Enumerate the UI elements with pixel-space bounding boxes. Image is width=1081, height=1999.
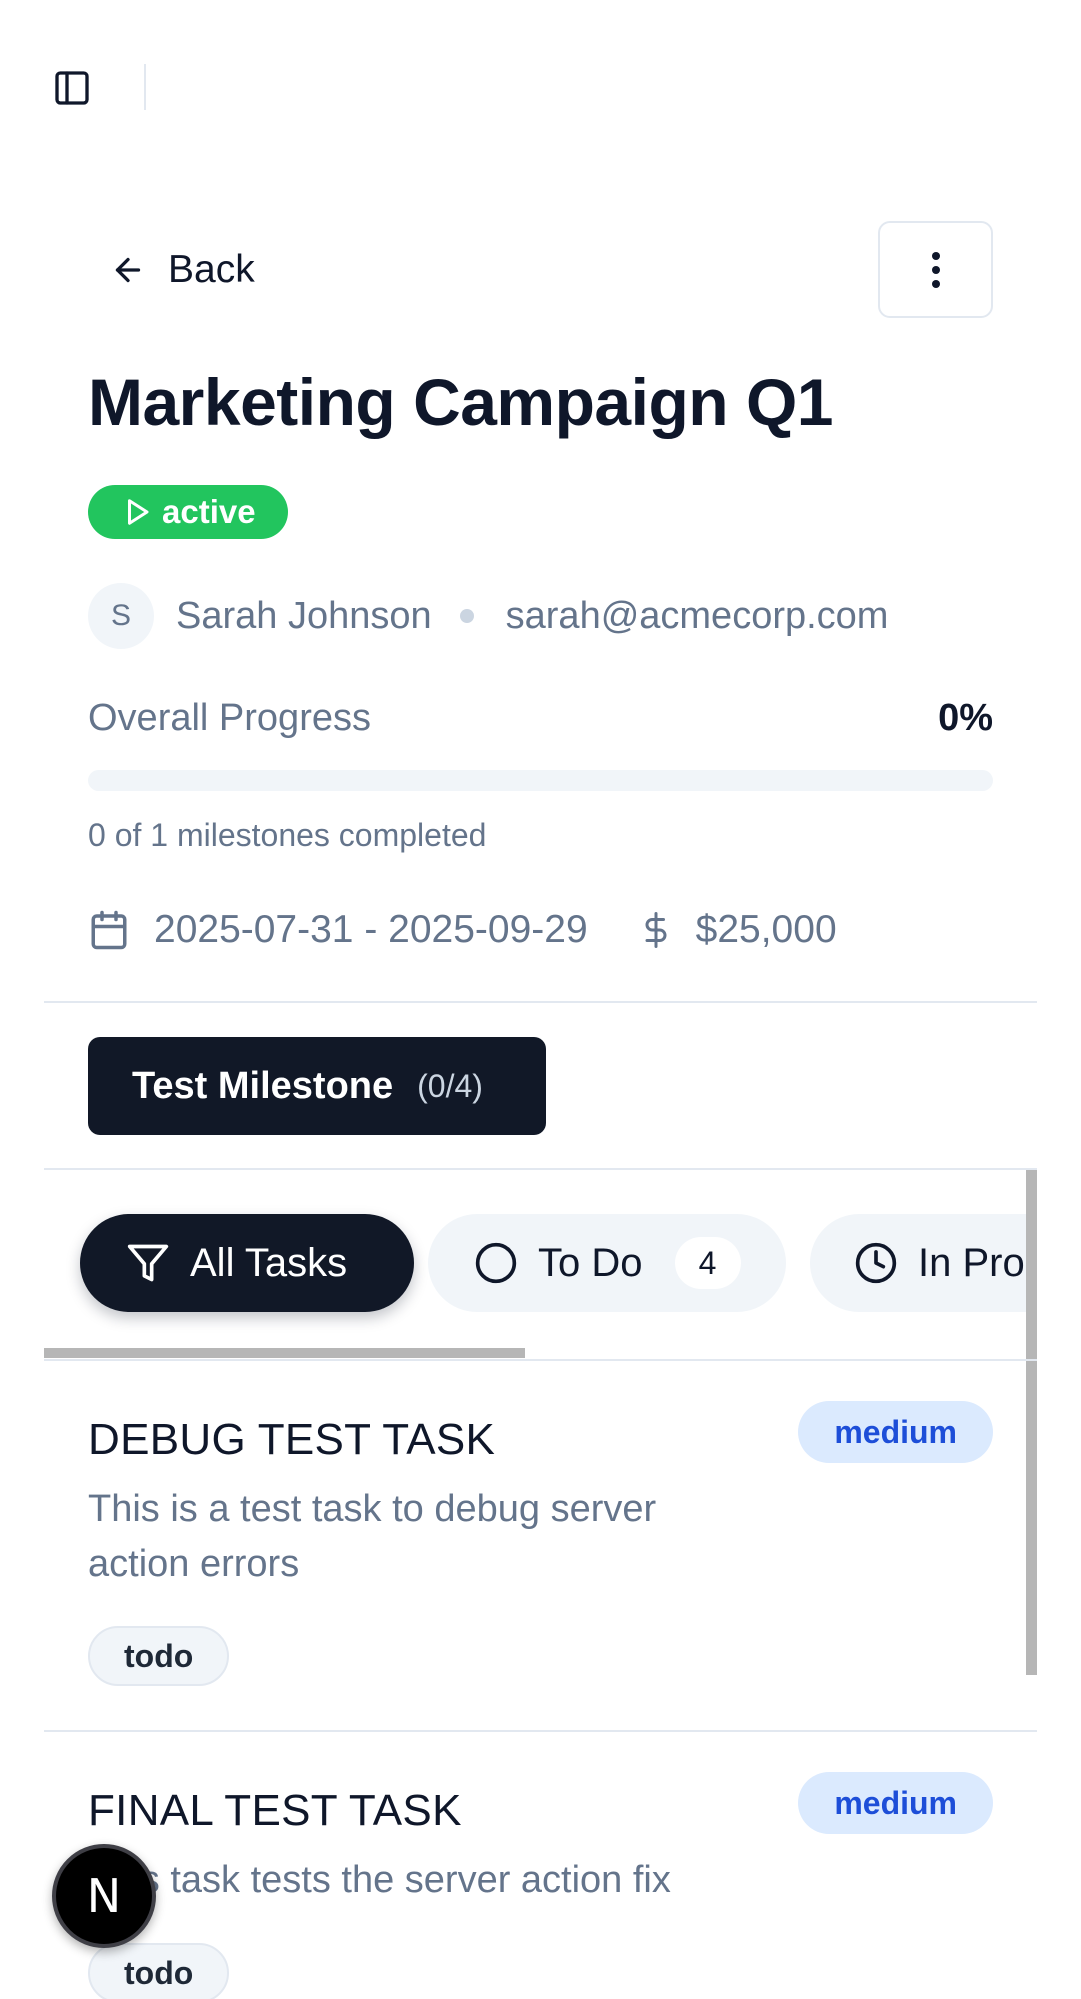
owner-row: S Sarah Johnson sarah@acmecorp.com bbox=[88, 583, 888, 649]
horizontal-scrollbar-thumb[interactable] bbox=[44, 1348, 525, 1358]
task-description: This task tests the server action fix bbox=[88, 1859, 671, 1901]
dev-badge-letter: N bbox=[86, 1869, 122, 1923]
calendar-icon bbox=[88, 909, 130, 951]
status-badge: active bbox=[88, 485, 288, 539]
toolbar-divider bbox=[144, 64, 146, 110]
filter-in-progress-label: In Progress bbox=[918, 1240, 1037, 1285]
separator-dot bbox=[459, 609, 474, 623]
filter-to-do[interactable]: To Do 4 bbox=[428, 1214, 786, 1312]
divider bbox=[44, 1730, 1037, 1732]
filter-todo-count: 4 bbox=[674, 1237, 741, 1289]
horizontal-scrollbar[interactable] bbox=[44, 1348, 1037, 1358]
budget-value: $25,000 bbox=[695, 908, 837, 951]
owner-email: sarah@acmecorp.com bbox=[505, 594, 889, 637]
filter-icon bbox=[126, 1241, 170, 1285]
task-title: FINAL TEST TASK bbox=[88, 1786, 462, 1835]
dollar-icon bbox=[638, 908, 674, 952]
owner-name: Sarah Johnson bbox=[176, 594, 432, 637]
milestone-tab[interactable]: Test Milestone (0/4) bbox=[88, 1037, 546, 1135]
arrow-left-icon bbox=[115, 257, 141, 283]
clock-icon bbox=[854, 1241, 898, 1285]
vertical-scrollbar[interactable] bbox=[1026, 1170, 1037, 1675]
filter-todo-label: To Do bbox=[538, 1240, 643, 1285]
filter-all-tasks[interactable]: All Tasks bbox=[80, 1214, 414, 1312]
task-filter-bar: All Tasks To Do 4 In Progress bbox=[44, 1170, 1037, 1360]
play-icon bbox=[128, 499, 149, 525]
back-button[interactable]: Back bbox=[110, 238, 255, 302]
milestone-tab-label: Test Milestone bbox=[132, 1064, 394, 1107]
circle-icon bbox=[474, 1241, 518, 1285]
priority-badge: medium bbox=[798, 1772, 993, 1834]
task-title: DEBUG TEST TASK bbox=[88, 1415, 496, 1464]
milestone-tab-count: (0/4) bbox=[417, 1067, 483, 1104]
task-status-chip: todo bbox=[88, 1943, 230, 1999]
task-description: This is a test task to debug server acti… bbox=[88, 1488, 657, 1585]
avatar: S bbox=[88, 583, 154, 649]
priority-badge: medium bbox=[798, 1401, 993, 1463]
project-meta-row: 2025-07-31 - 2025-09-29 $25,000 bbox=[88, 902, 837, 958]
sidebar-toggle-icon[interactable] bbox=[44, 62, 100, 114]
filter-in-progress[interactable]: In Progress bbox=[810, 1214, 1037, 1312]
more-options-button[interactable] bbox=[878, 221, 993, 318]
milestones-completed-text: 0 of 1 milestones completed bbox=[88, 817, 487, 853]
page-title: Marketing Campaign Q1 bbox=[88, 365, 834, 439]
dev-tools-badge[interactable]: N bbox=[52, 1844, 156, 1948]
divider bbox=[44, 1001, 1037, 1003]
more-vertical-icon bbox=[931, 251, 940, 288]
progress-label: Overall Progress bbox=[88, 697, 371, 739]
status-label: active bbox=[162, 493, 256, 530]
top-bar bbox=[0, 0, 1081, 176]
divider bbox=[44, 1359, 1037, 1361]
progress-value: 0% bbox=[938, 697, 993, 739]
task-card[interactable]: DEBUG TEST TASK medium This is a test ta… bbox=[88, 1401, 993, 1686]
task-card[interactable]: FINAL TEST TASK medium This task tests t… bbox=[88, 1772, 993, 1999]
back-label: Back bbox=[168, 248, 255, 291]
date-range: 2025-07-31 - 2025-09-29 bbox=[154, 908, 588, 951]
task-status-chip: todo bbox=[88, 1626, 230, 1686]
filter-all-label: All Tasks bbox=[190, 1240, 348, 1285]
progress-bar bbox=[88, 770, 993, 791]
